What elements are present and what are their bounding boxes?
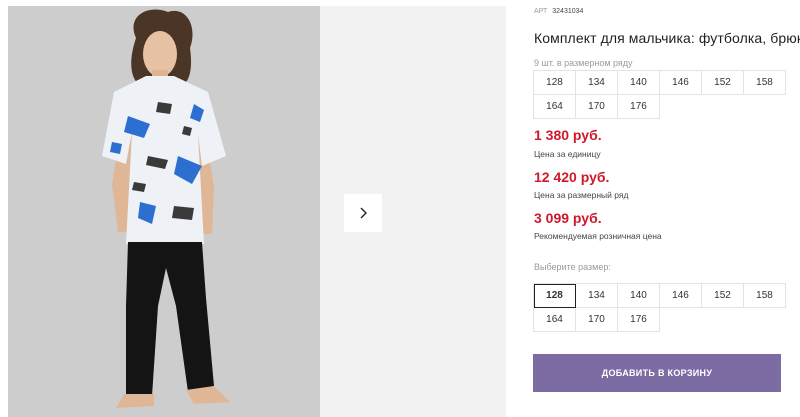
unit-price-note: Цена за единицу [534,149,601,159]
size-run-cell: 128 [534,71,576,95]
size-run-price: 12 420 руб. [534,169,610,185]
size-picker-label: Выберите размер: [534,262,611,272]
sku-value: 32431034 [552,8,584,15]
product-photo [8,6,320,417]
size-run-cell: 176 [618,95,660,119]
size-option[interactable]: 164 [534,308,576,332]
retail-price: 3 099 руб. [534,210,602,226]
size-option[interactable]: 170 [576,308,618,332]
product-title: Комплект для мальчика: футболка, брюки [534,30,800,46]
size-run-cell: 170 [576,95,618,119]
retail-price-note: Рекомендуемая розничная цена [534,231,662,241]
size-run-grid: 128 134 140 146 152 158 164 170 176 [533,70,786,119]
size-run-label: 9 шт. в размерном ряду [534,58,633,68]
size-run-cell: 158 [744,71,786,95]
size-option[interactable]: 134 [576,284,618,308]
size-run-cell: 152 [702,71,744,95]
gallery-next-button[interactable] [344,194,382,232]
size-option[interactable]: 176 [618,308,660,332]
size-option[interactable]: 140 [618,284,660,308]
size-option[interactable]: 158 [744,284,786,308]
sku: АРТ 32431034 [534,8,583,15]
size-run-cell: 140 [618,71,660,95]
sku-label: АРТ [534,8,548,15]
boy-illustration [102,9,230,408]
size-option[interactable]: 128 [534,284,576,308]
size-picker-grid: 128 134 140 146 152 158 164 170 176 [533,283,786,332]
size-option[interactable]: 152 [702,284,744,308]
size-run-cell: 146 [660,71,702,95]
add-to-cart-button[interactable]: ДОБАВИТЬ В КОРЗИНУ [533,354,781,392]
size-run-cell: 164 [534,95,576,119]
size-option[interactable]: 146 [660,284,702,308]
unit-price: 1 380 руб. [534,127,602,143]
size-run-price-note: Цена за размерный ряд [534,190,629,200]
size-run-cell: 134 [576,71,618,95]
chevron-right-icon [360,207,367,219]
